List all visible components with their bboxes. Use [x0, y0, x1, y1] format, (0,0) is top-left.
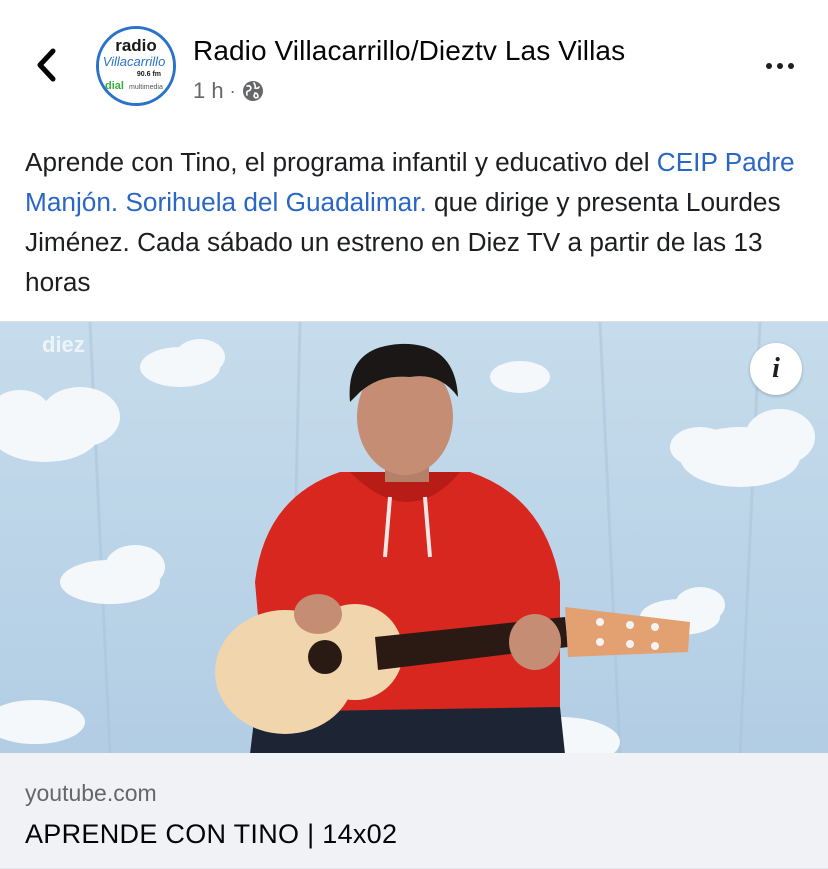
svg-text:diez: diez — [42, 332, 85, 357]
more-dot — [777, 63, 783, 69]
page-name-link[interactable]: Radio Villacarrillo/Dieztv Las Villas — [193, 35, 625, 67]
svg-text:radio: radio — [115, 36, 157, 55]
post-text-before: Aprende con Tino, el programa infantil y… — [25, 147, 657, 177]
svg-text:Villacarrillo: Villacarrillo — [103, 54, 166, 69]
more-options-button[interactable] — [758, 52, 802, 80]
post-time[interactable]: 1 h — [193, 78, 224, 104]
video-thumbnail[interactable]: diez — [0, 321, 828, 753]
info-button[interactable]: i — [750, 343, 802, 395]
globe-icon — [242, 81, 263, 101]
chevron-left-icon — [37, 48, 56, 82]
more-dots-icon — [766, 63, 772, 69]
post-message: Aprende con Tino, el programa infantil y… — [25, 142, 815, 302]
post-meta: 1 h · — [193, 78, 264, 104]
svg-text:dial: dial — [105, 80, 124, 92]
link-title: APRENDE CON TINO | 14x02 — [25, 819, 398, 849]
link-preview-card[interactable]: youtube.com APRENDE CON TINO | 14x02 — [0, 753, 828, 869]
page-avatar[interactable]: radio Villacarrillo 90.6 fm dial multime… — [96, 26, 176, 106]
post-header: radio Villacarrillo 90.6 fm dial multime… — [0, 0, 828, 130]
more-dot — [788, 63, 794, 69]
meta-separator: · — [229, 80, 236, 101]
link-domain: youtube.com — [25, 780, 157, 806]
svg-text:90.6 fm: 90.6 fm — [137, 71, 161, 78]
thumbnail-image: diez — [0, 322, 828, 753]
back-button[interactable] — [30, 42, 64, 88]
info-icon: i — [772, 353, 780, 384]
radio-logo: radio Villacarrillo 90.6 fm dial multime… — [99, 29, 173, 103]
svg-text:multimedia: multimedia — [129, 84, 163, 91]
